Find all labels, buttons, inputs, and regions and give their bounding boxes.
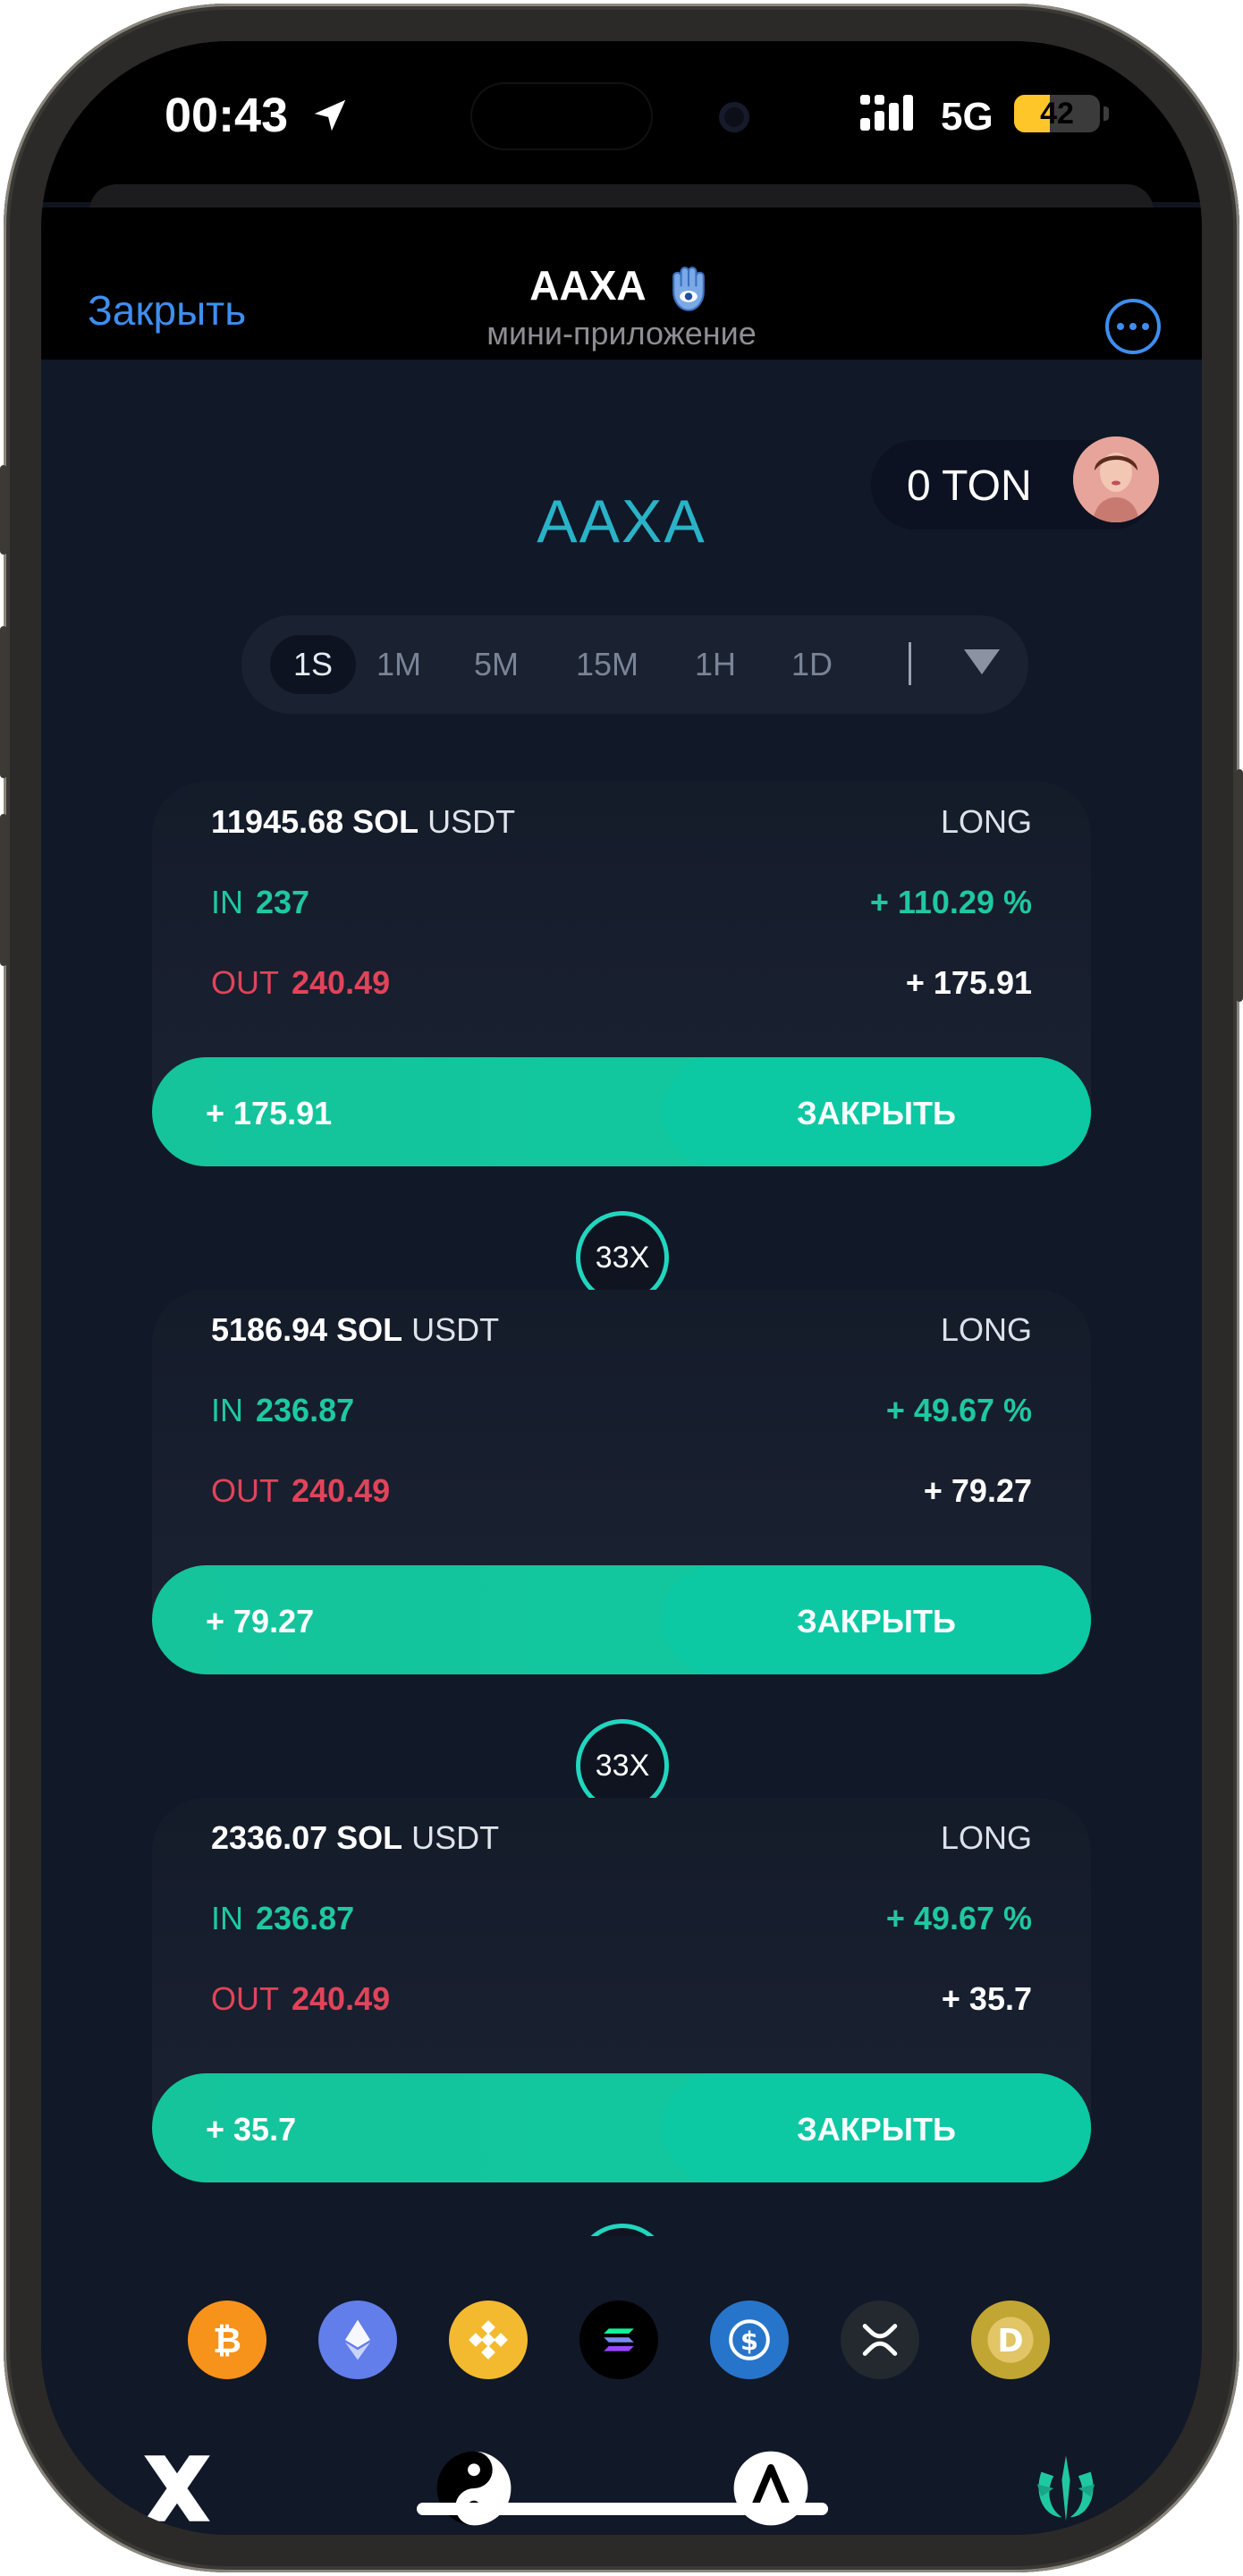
timeframe-divider	[909, 642, 911, 685]
status-bar: 00:43 5G 42	[41, 41, 1202, 220]
action-button	[0, 465, 7, 555]
bitcoin-icon[interactable]: ₿	[188, 2301, 266, 2379]
close-position-bar: + 79.27 ЗАКРЫТЬ	[152, 1565, 1091, 1674]
entry-price: IN 236.87	[211, 1392, 355, 1428]
leverage-badge-clipped	[576, 2224, 669, 2236]
exit-price: OUT 240.49	[211, 1472, 391, 1509]
timeframe-1d[interactable]: 1D	[785, 635, 839, 694]
position-amount: 2336.07 SOL USDT	[211, 1819, 500, 1856]
miniapp-header: Закрыть AAXA мини-приложение	[41, 208, 1202, 360]
nav-yin-yang-icon[interactable]	[429, 2444, 519, 2533]
battery-tip	[1103, 106, 1109, 121]
phone-screen: 00:43 5G 42 Закрыть AAXA мини-приложение…	[41, 41, 1202, 2535]
network-type: 5G	[941, 95, 994, 139]
close-position-button[interactable]: ЗАКРЫТЬ	[662, 1565, 1091, 1674]
battery-icon: 42	[1014, 95, 1100, 132]
timeframe-1h[interactable]: 1H	[689, 635, 742, 694]
hamsa-icon	[672, 267, 705, 311]
svg-text:D: D	[997, 2323, 1023, 2360]
bar-pnl-value: + 35.7	[206, 2111, 297, 2148]
miniapp-title-text: AAXA	[529, 262, 645, 309]
entry-price: IN 237	[211, 884, 310, 920]
app-body: AAXA 0 TON 1S 1M 5M 15M 1H 1D 11945.68 S…	[41, 360, 1202, 2535]
exit-price: OUT 240.49	[211, 964, 391, 1001]
close-position-bar: + 175.91 ЗАКРЫТЬ	[152, 1057, 1091, 1166]
close-position-bar: + 35.7 ЗАКРЫТЬ	[152, 2073, 1091, 2182]
close-position-button[interactable]: ЗАКРЫТЬ	[662, 2073, 1091, 2182]
timeframe-selector: 1S 1M 5M 15M 1H 1D	[241, 615, 1028, 714]
svg-text:₿: ₿	[213, 2321, 241, 2361]
power-button	[1236, 769, 1243, 1002]
chevron-down-icon[interactable]	[964, 649, 1000, 674]
home-indicator	[417, 2503, 828, 2515]
position-side: LONG	[940, 1819, 1032, 1856]
timeframe-1m[interactable]: 1M	[372, 635, 426, 694]
dynamic-island	[472, 84, 651, 148]
position-side: LONG	[940, 803, 1032, 840]
miniapp-subtitle: мини-приложение	[486, 315, 757, 352]
usdc-icon[interactable]: $	[710, 2301, 789, 2379]
xrp-icon[interactable]	[841, 2301, 919, 2379]
avatar[interactable]	[1073, 436, 1159, 522]
timeframe-1s[interactable]: 1S	[270, 635, 356, 694]
pnl-percent: + 110.29 %	[869, 884, 1032, 920]
ethereum-icon[interactable]	[318, 2301, 397, 2379]
nav-exchange-x-icon[interactable]	[132, 2444, 222, 2533]
nav-jedi-order-icon[interactable]	[1021, 2444, 1111, 2533]
close-position-button[interactable]: ЗАКРЫТЬ	[662, 1057, 1091, 1166]
pnl-value: + 175.91	[905, 964, 1032, 1001]
pnl-percent: + 49.67 %	[885, 1392, 1032, 1428]
volume-down-button	[0, 814, 7, 966]
entry-price: IN 236.87	[211, 1900, 355, 1936]
battery-text: 42	[1040, 97, 1074, 131]
position-amount: 11945.68 SOL USDT	[211, 803, 516, 840]
volume-up-button	[0, 626, 7, 778]
pnl-value: + 35.7	[941, 1980, 1032, 2017]
location-arrow-icon	[314, 99, 346, 131]
signal-icon	[860, 95, 913, 131]
position-amount: 5186.94 SOL USDT	[211, 1311, 500, 1348]
balance-value: 0 TON	[907, 462, 1032, 510]
position-side: LONG	[940, 1311, 1032, 1348]
miniapp-title: AAXA	[41, 261, 1202, 314]
pnl-percent: + 49.67 %	[885, 1900, 1032, 1936]
coin-selector: ₿ $ D	[41, 2301, 1202, 2390]
status-time: 00:43	[165, 89, 289, 142]
svg-text:$: $	[740, 2326, 758, 2356]
dogecoin-icon[interactable]: D	[971, 2301, 1050, 2379]
more-options-icon[interactable]	[1105, 299, 1161, 354]
solana-icon[interactable]	[579, 2301, 658, 2379]
camera-dot	[719, 102, 749, 132]
bar-pnl-value: + 175.91	[206, 1095, 333, 1131]
timeframe-15m[interactable]: 15M	[567, 635, 647, 694]
pnl-value: + 79.27	[923, 1472, 1032, 1509]
bar-pnl-value: + 79.27	[206, 1603, 315, 1640]
timeframe-5m[interactable]: 5M	[465, 635, 528, 694]
nav-arbitrum-icon[interactable]	[726, 2444, 816, 2533]
bnb-icon[interactable]	[449, 2301, 528, 2379]
exit-price: OUT 240.49	[211, 1980, 391, 2017]
